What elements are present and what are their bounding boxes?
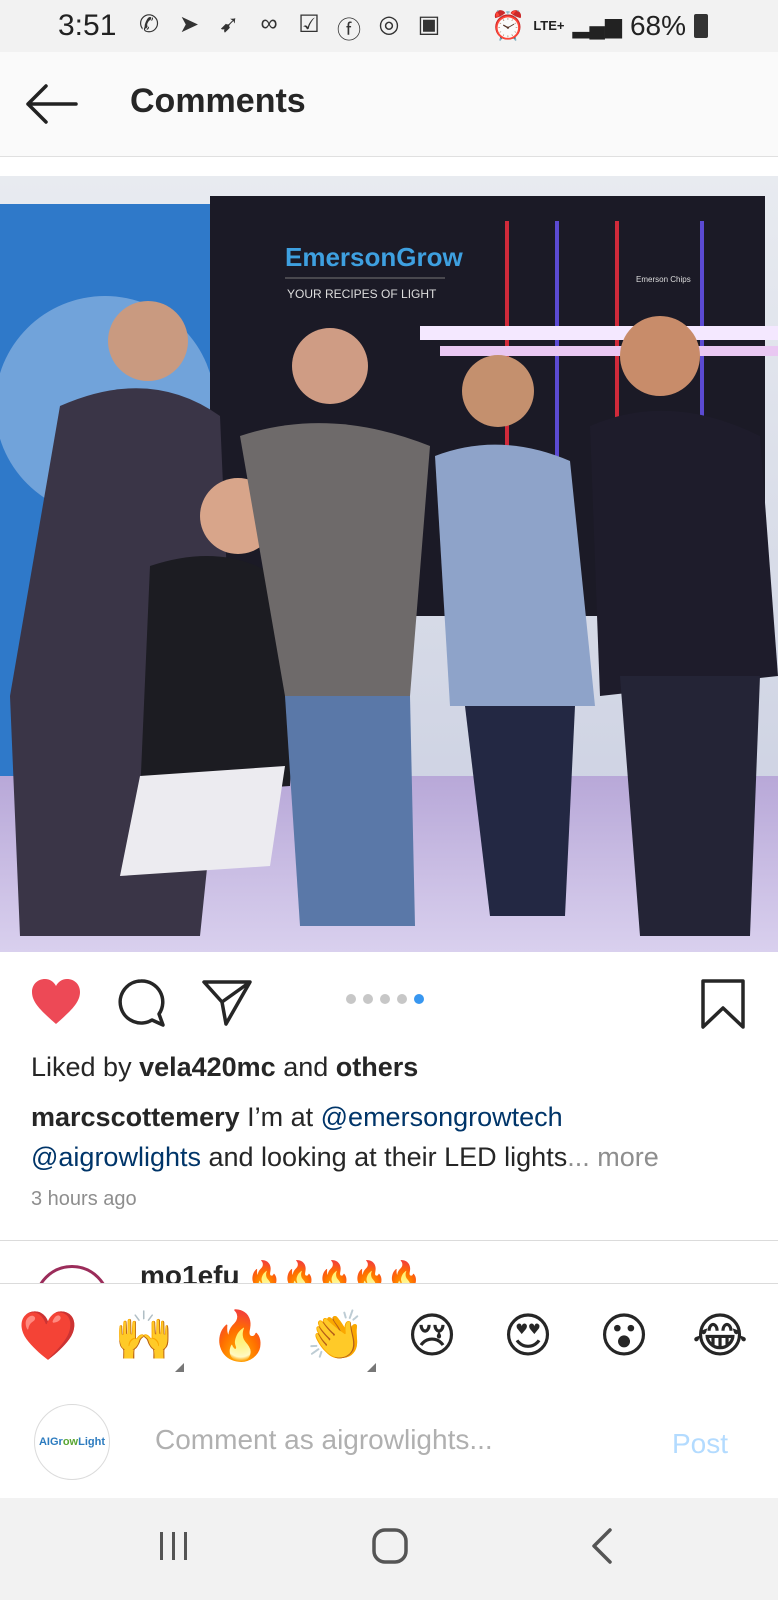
caption-mention[interactable]: @aigrowlights [31,1142,201,1172]
likes-middle: and [275,1052,336,1082]
emoji-surprised[interactable]: 😮 [594,1306,654,1366]
carousel-dot [380,994,390,1004]
status-time: 3:51 [58,9,117,42]
caption-text: and looking at their LED lights [200,1142,568,1172]
emoji-crying[interactable]: 😢 [402,1306,462,1366]
signal-icon: ▂▄▆ [572,12,622,38]
carousel-indicator [346,994,424,1004]
photo-illustration: EmersonGrow YOUR RECIPES OF LIGHT Emerso… [0,176,778,952]
photo-side-label: Emerson Chips [636,275,691,284]
status-right: ⏰ LTE+ ▂▄▆ 68% [490,9,708,42]
emoji-glyph: 🙌 [114,1308,174,1364]
post-timestamp: 3 hours ago [31,1188,137,1210]
emoji-fire[interactable]: 🔥 [210,1306,270,1366]
instagram-icon: ◎ [378,11,400,38]
status-bar: 3:51 ✆ ➤ ➹ ∞ ☑ ⓕ ◎ ▣ ⏰ LTE+ ▂▄▆ 68% [0,0,778,52]
voicemail-icon: ∞ [260,10,278,37]
likes-user[interactable]: vela420mc [139,1052,276,1082]
emoji-laughing[interactable]: 😂 [690,1306,750,1366]
app-bar: Comments [0,52,778,157]
home-icon[interactable] [370,1526,410,1571]
emoji-clap[interactable]: 👏 [306,1306,376,1372]
send-icon: ➹ [218,11,240,38]
variant-corner-icon [367,1363,376,1372]
back-icon[interactable] [588,1526,616,1571]
linkedin-icon: ▣ [417,11,441,38]
comment-preview[interactable]: mo1efu 🔥🔥🔥🔥🔥 [0,1241,778,1283]
telegram-icon: ➤ [178,11,200,38]
battery-icon [694,13,708,38]
caption-username[interactable]: marcscottemery [31,1102,240,1132]
emoji-quick-bar: ❤️ 🙌 🔥 👏 😢 😍 😮 😂 [0,1283,778,1389]
avatar: AIGr ow Light [34,1404,110,1480]
whatsapp-icon: ✆ [138,11,160,38]
page-title: Comments [130,82,306,120]
post-photo[interactable]: EmersonGrow YOUR RECIPES OF LIGHT Emerso… [0,176,778,952]
emoji-heart[interactable]: ❤️ [18,1306,78,1366]
avatar-logo-text: AIGr [38,1436,63,1448]
like-heart-icon[interactable] [30,978,82,1031]
likes-prefix: Liked by [31,1052,140,1082]
arrow-left-icon[interactable] [24,82,78,126]
avatar-logo-text: Light [78,1436,105,1448]
alarm-icon: ⏰ [490,10,526,41]
avatar[interactable] [34,1265,110,1283]
carousel-dot [363,994,373,1004]
photo-brand: EmersonGrow [285,242,463,272]
battery-percent: 68% [629,9,686,41]
caption-more-link[interactable]: ... more [567,1142,659,1172]
carousel-dot [397,994,407,1004]
emoji-glyph: 👏 [306,1308,366,1364]
likes-line[interactable]: Liked by vela420mc and others [31,1052,418,1083]
share-send-icon[interactable] [202,978,252,1033]
carousel-dot-active [414,994,424,1004]
likes-others[interactable]: others [336,1052,419,1082]
bookmark-icon[interactable] [700,978,746,1035]
comment-input[interactable]: Comment as aigrowlights... [155,1424,493,1456]
post-caption: marcscottemery I’m at @emersongrowtech @… [31,1097,751,1177]
emoji-heart-eyes[interactable]: 😍 [498,1306,558,1366]
comment-icon[interactable] [116,978,166,1033]
emoji-raised-hands[interactable]: 🙌 [114,1306,184,1372]
notification-icons: ✆ ➤ ➹ ∞ ☑ ⓕ ◎ ▣ [134,10,444,45]
post-button[interactable]: Post [672,1428,728,1460]
comment-preview-text: mo1efu 🔥🔥🔥🔥🔥 [140,1260,422,1283]
facebook-icon: ⓕ [337,17,361,44]
caption-mention[interactable]: @emersongrowtech [321,1102,563,1132]
system-nav-bar [0,1498,778,1600]
photo-tagline: YOUR RECIPES OF LIGHT [287,287,437,301]
recent-apps-icon[interactable] [158,1526,190,1571]
checkbox-icon: ☑ [298,11,320,38]
network-type: LTE+ [533,18,565,33]
variant-corner-icon [175,1363,184,1372]
caption-text: I’m at [239,1102,321,1132]
carousel-dot [346,994,356,1004]
comment-composer: AIGr ow Light Comment as aigrowlights... P… [0,1388,778,1498]
avatar-logo-text: ow [62,1436,79,1448]
